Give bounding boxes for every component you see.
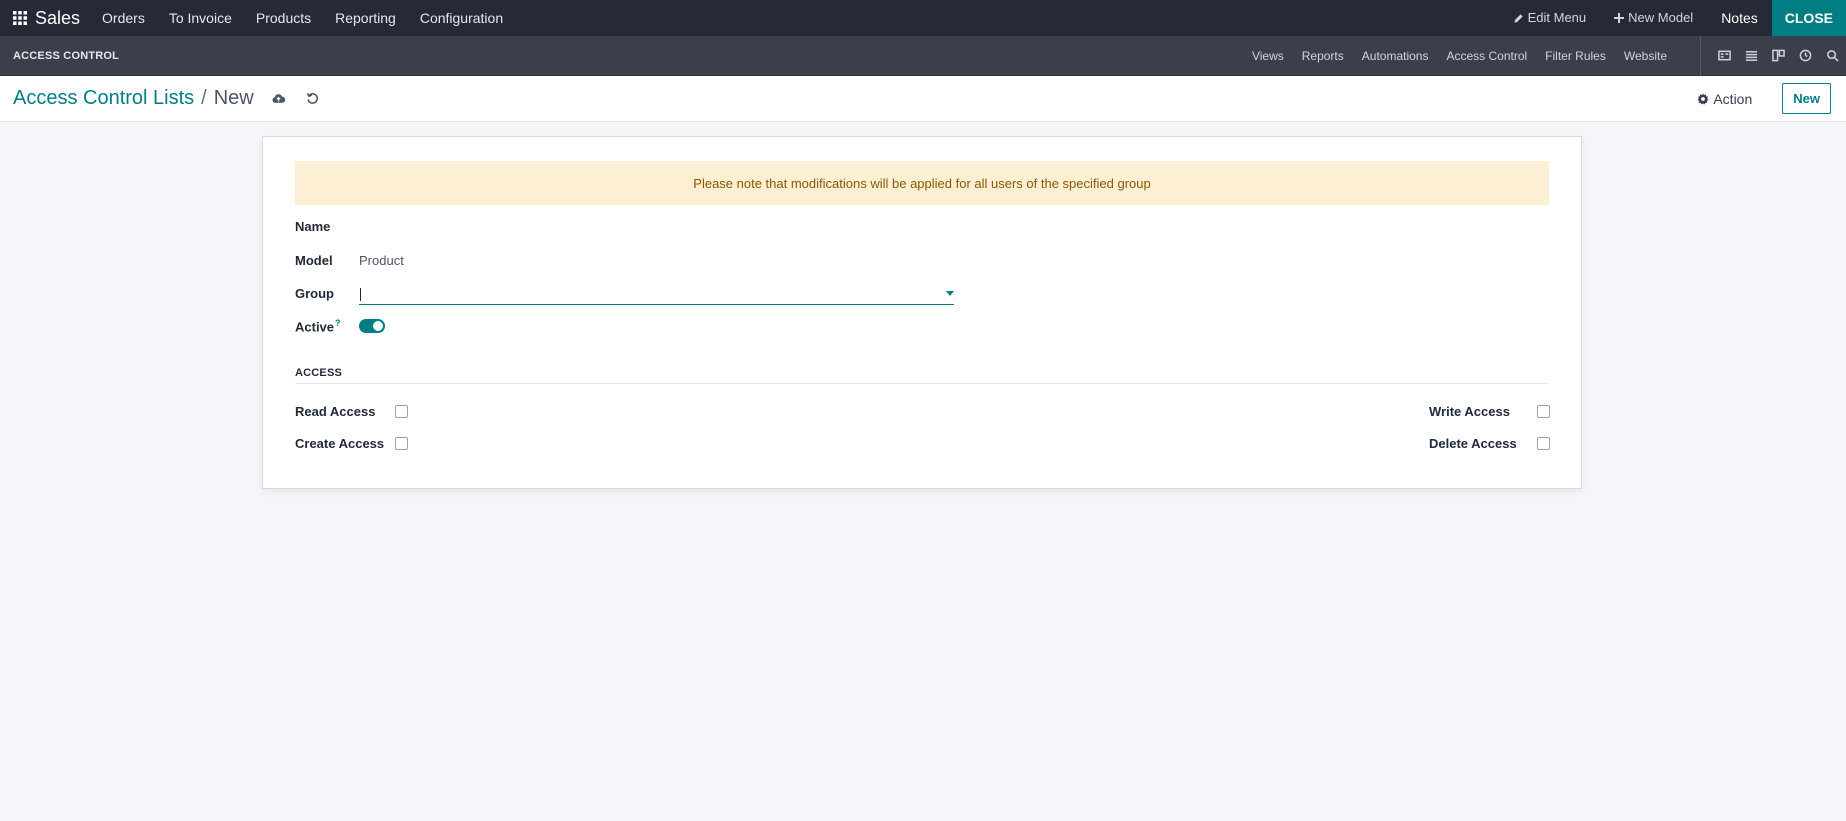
discard-undo-icon[interactable]	[304, 90, 322, 108]
tab-filter-rules[interactable]: Filter Rules	[1536, 49, 1615, 63]
notes-button[interactable]: Notes	[1707, 0, 1772, 36]
search-icon[interactable]	[1819, 36, 1846, 76]
menu-products[interactable]: Products	[244, 0, 323, 36]
model-label: Model	[295, 252, 333, 268]
help-icon[interactable]: ?	[335, 318, 341, 328]
delete-access-label: Delete Access	[1429, 435, 1517, 451]
breadcrumb-separator: /	[201, 87, 207, 109]
form-view-icon[interactable]	[1711, 36, 1738, 76]
chevron-down-icon[interactable]	[946, 291, 954, 296]
tab-reports[interactable]: Reports	[1293, 49, 1353, 63]
tab-website[interactable]: Website	[1615, 49, 1676, 63]
active-label-text: Active	[295, 319, 335, 335]
model-field-row: Model Product	[295, 249, 404, 271]
save-cloud-icon[interactable]	[270, 90, 288, 108]
edit-menu-label: Edit Menu	[1527, 10, 1587, 25]
breadcrumb: Access Control Lists / New	[13, 87, 254, 110]
new-model-label: New Model	[1628, 10, 1694, 25]
close-studio-button[interactable]: CLOSE	[1771, 0, 1846, 36]
menu-reporting[interactable]: Reporting	[323, 0, 408, 36]
tab-views[interactable]: Views	[1243, 49, 1293, 63]
kanban-view-icon[interactable]	[1765, 36, 1792, 76]
group-field-row: Group	[295, 282, 359, 304]
menu-to-invoice[interactable]: To Invoice	[157, 0, 244, 36]
gear-icon	[1697, 92, 1709, 105]
apps-grid-icon[interactable]	[0, 0, 40, 36]
control-panel-right: Action New	[1697, 83, 1831, 114]
read-access-checkbox[interactable]	[395, 404, 408, 418]
view-switcher	[1700, 35, 1846, 76]
write-access-row: Write Access	[1429, 401, 1550, 421]
action-button[interactable]: Action	[1697, 91, 1752, 107]
group-input[interactable]	[359, 285, 954, 305]
name-field-row: Name	[295, 215, 359, 237]
main-menu: Orders To Invoice Products Reporting Con…	[90, 0, 515, 36]
create-access-checkbox[interactable]	[395, 436, 408, 450]
pencil-icon	[1513, 13, 1523, 23]
model-value: Product	[359, 252, 404, 268]
breadcrumb-current: New	[213, 87, 254, 109]
breadcrumb-parent[interactable]: Access Control Lists	[13, 87, 194, 110]
delete-access-row: Delete Access	[1429, 433, 1550, 453]
create-access-row: Create Access	[295, 433, 408, 453]
tab-access-control[interactable]: Access Control	[1437, 49, 1536, 63]
warning-alert: Please note that modifications will be a…	[295, 161, 1549, 205]
form-sheet: Please note that modifications will be a…	[262, 136, 1582, 489]
app-name[interactable]: Sales	[35, 8, 80, 29]
write-access-label: Write Access	[1429, 403, 1510, 419]
access-section-title: ACCESS	[295, 367, 1549, 384]
menu-configuration[interactable]: Configuration	[408, 0, 515, 36]
create-access-label: Create Access	[295, 435, 385, 451]
new-record-button[interactable]: New	[1782, 83, 1831, 114]
edit-menu-button[interactable]: Edit Menu	[1499, 0, 1601, 36]
plus-icon	[1614, 13, 1625, 23]
read-access-label: Read Access	[295, 403, 376, 419]
control-panel: Access Control Lists / New Action New	[0, 76, 1846, 122]
tab-automations[interactable]: Automations	[1353, 49, 1438, 63]
active-toggle[interactable]	[359, 319, 385, 333]
activity-view-icon[interactable]	[1792, 36, 1819, 76]
top-navbar: Sales Orders To Invoice Products Reporti…	[0, 0, 1846, 36]
action-label: Action	[1713, 90, 1753, 107]
read-access-row: Read Access	[295, 401, 408, 421]
write-access-checkbox[interactable]	[1537, 404, 1550, 418]
new-model-button[interactable]: New Model	[1600, 0, 1707, 36]
group-label: Group	[295, 285, 334, 301]
studio-tabs: Views Reports Automations Access Control…	[1243, 49, 1676, 63]
delete-access-checkbox[interactable]	[1537, 436, 1550, 450]
active-label: Active?	[295, 318, 359, 334]
studio-bar: ACCESS CONTROL Views Reports Automations…	[0, 35, 1846, 76]
name-label: Name	[295, 218, 331, 234]
text-caret	[360, 288, 361, 301]
navbar-right: Edit Menu New Model Notes CLOSE	[1499, 0, 1846, 36]
studio-title: ACCESS CONTROL	[13, 49, 120, 62]
menu-orders[interactable]: Orders	[90, 0, 157, 36]
list-view-icon[interactable]	[1738, 36, 1765, 76]
active-field-row: Active?	[295, 315, 385, 337]
